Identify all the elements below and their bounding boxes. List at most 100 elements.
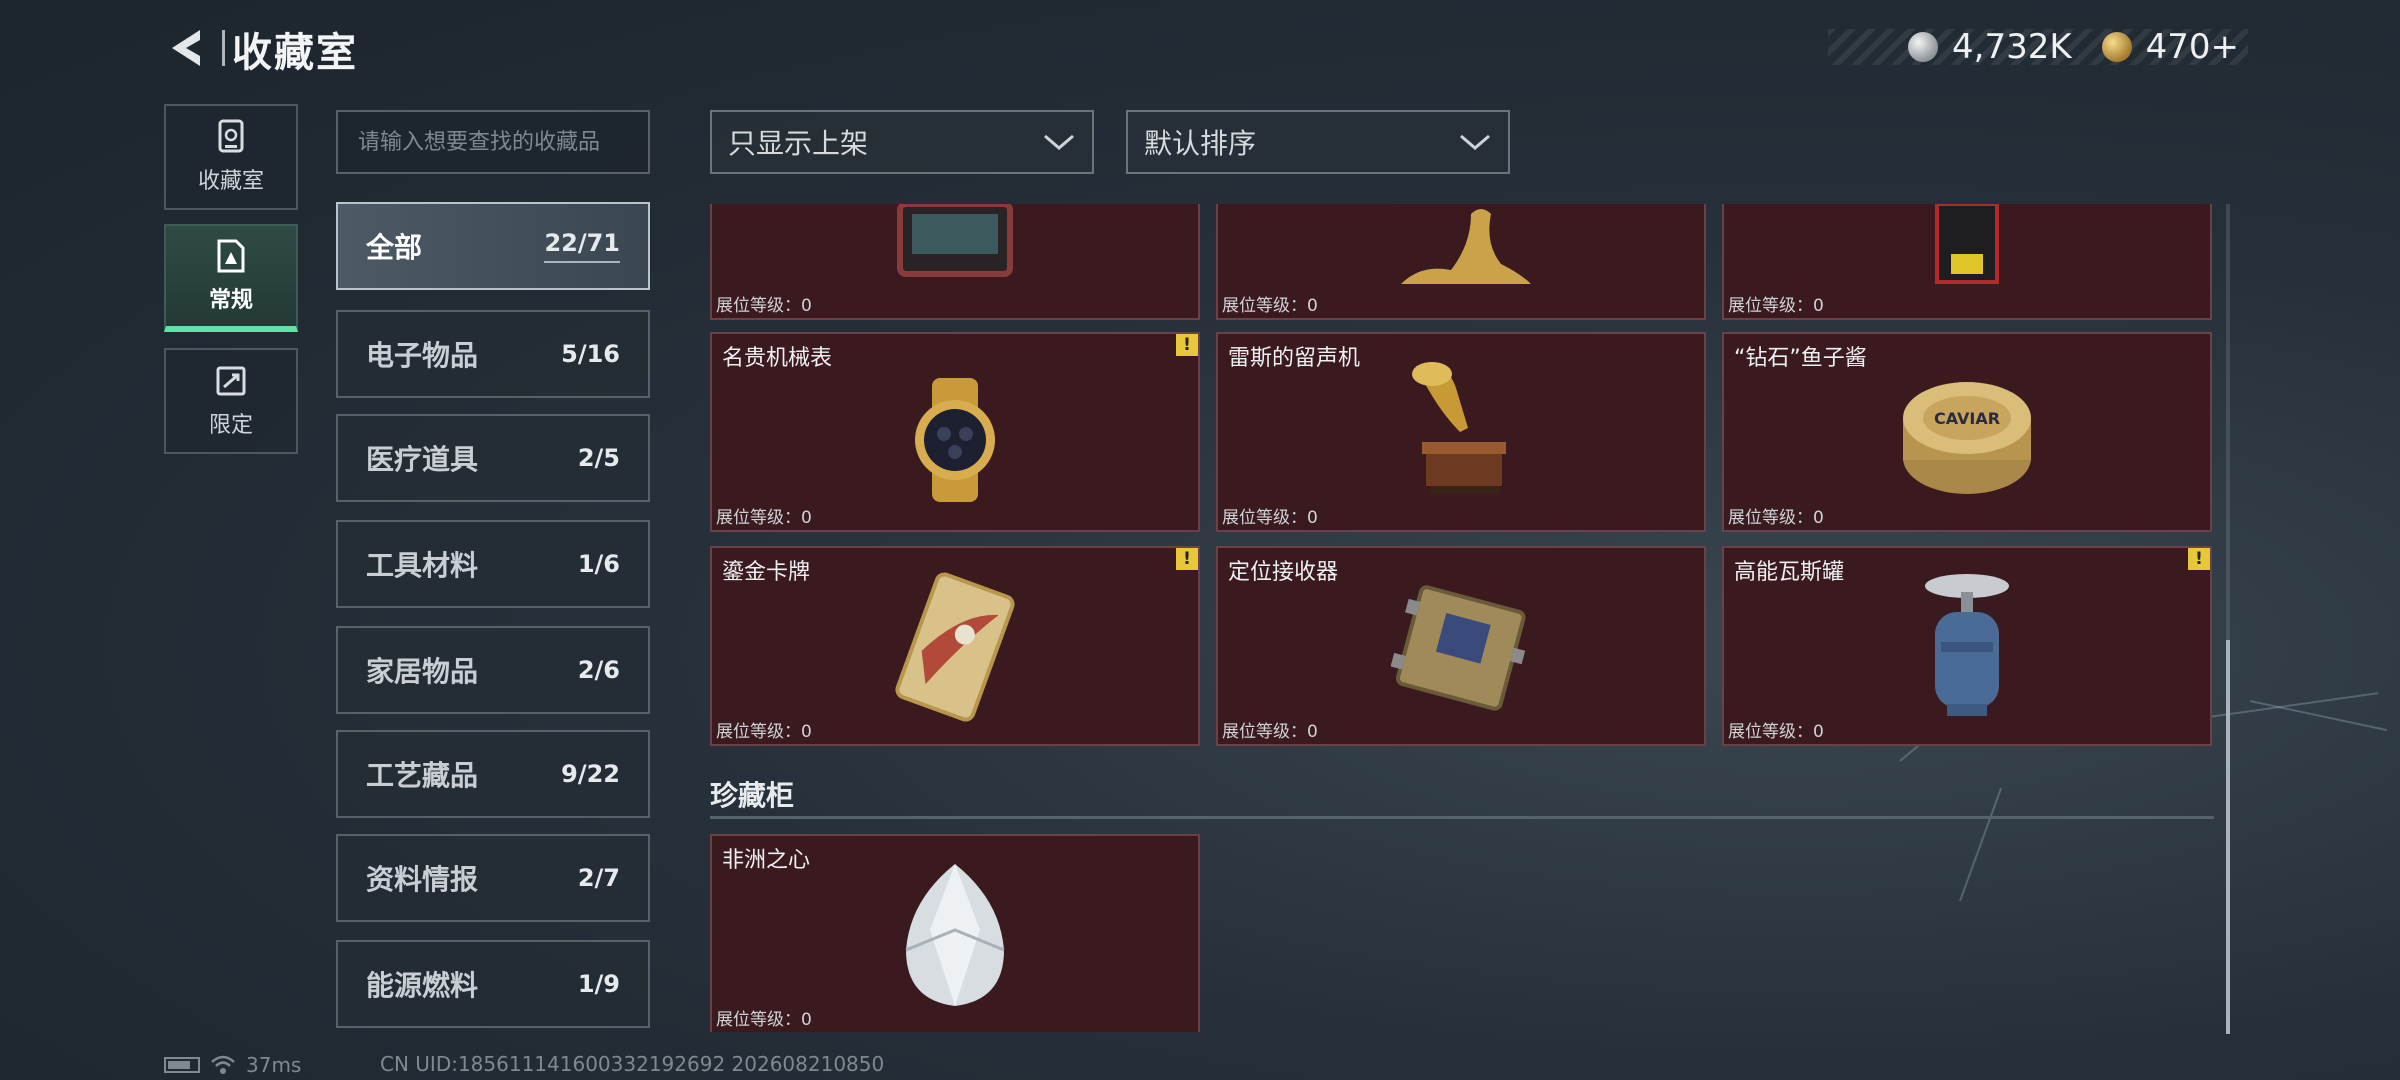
display-level: 展位等级：0 (1222, 722, 1318, 742)
item-name: 鎏金卡牌 (722, 560, 811, 585)
silver-coin-icon (1908, 32, 1938, 62)
collection-card-gilded-card[interactable]: 鎏金卡牌 ! 展位等级：0 (710, 546, 1200, 746)
gold-currency-value: 470+ (2145, 27, 2240, 67)
regular-icon (217, 239, 245, 273)
silver-currency-value: 4,732K (1952, 27, 2072, 67)
rail-label: 限定 (208, 413, 253, 438)
collection-card-caviar[interactable]: “钻石”鱼子酱 CAVIAR 展位等级：0 (1722, 332, 2212, 532)
display-level: 展位等级：0 (1728, 722, 1824, 742)
back-arrow-icon (172, 30, 200, 66)
item-name: 定位接收器 (1228, 560, 1339, 585)
ping-value: 37ms (246, 1053, 302, 1077)
warning-icon: ! (2188, 548, 2210, 570)
gilded-card-art (895, 572, 1015, 722)
rail-label: 收藏室 (197, 169, 264, 194)
rail-regular[interactable]: 常规 (164, 224, 298, 332)
category-name: 能源燃料 (366, 969, 479, 1002)
category-fuel[interactable]: 能源燃料 1/9 (336, 940, 650, 1028)
category-count: 22/71 (544, 229, 620, 263)
category-medical[interactable]: 医疗道具 2/5 (336, 414, 650, 502)
category-crafts[interactable]: 工艺藏品 9/22 (336, 730, 650, 818)
section-title-treasure-cabinet: 珍藏柜 (710, 779, 795, 812)
collection-card-gramophone[interactable]: 雷斯的留声机 展位等级：0 (1216, 332, 1706, 532)
watch-art (915, 378, 995, 502)
category-intel[interactable]: 资料情报 2/7 (336, 834, 650, 922)
sort-value: 默认排序 (1144, 127, 1257, 160)
category-name: 家居物品 (366, 655, 479, 688)
device-art (897, 204, 1013, 277)
back-button[interactable] (162, 22, 210, 74)
category-count: 9/22 (561, 760, 620, 788)
collection-room-icon (218, 119, 244, 153)
battery-icon (164, 1057, 200, 1073)
display-level: 展位等级：0 (1222, 296, 1318, 316)
gas-canister-art (1925, 574, 2009, 716)
category-electronics[interactable]: 电子物品 5/16 (336, 310, 650, 398)
warning-icon: ! (1176, 548, 1198, 570)
category-count: 1/9 (577, 970, 620, 998)
item-name: 名贵机械表 (722, 346, 833, 371)
item-name: “钻石”鱼子酱 (1734, 346, 1867, 371)
display-level: 展位等级：0 (716, 1010, 812, 1030)
search-input[interactable] (338, 112, 648, 172)
category-count: 2/6 (577, 656, 620, 684)
rail-label: 常规 (208, 288, 253, 313)
collection-card[interactable]: 展位等级：0 (710, 204, 1200, 320)
item-name: 雷斯的留声机 (1228, 346, 1361, 371)
wifi-icon (211, 1055, 235, 1074)
collection-card-heart-of-africa[interactable]: 非洲之心 展位等级：0 (710, 834, 1200, 1032)
display-filter-dropdown[interactable]: 只显示上架 (710, 110, 1094, 174)
category-tools[interactable]: 工具材料 1/6 (336, 520, 650, 608)
caviar-tin-art: CAVIAR (1903, 382, 2031, 494)
category-count: 2/7 (577, 864, 620, 892)
category-name: 资料情报 (366, 863, 479, 896)
display-level: 展位等级：0 (1728, 508, 1824, 528)
collection-card[interactable]: 展位等级：0 (1722, 204, 2212, 320)
limited-icon (216, 366, 246, 396)
category-all[interactable]: 全部 22/71 (336, 202, 650, 290)
chevron-down-icon (1460, 134, 1490, 150)
collection-card-gas-canister[interactable]: 高能瓦斯罐 ! 展位等级：0 (1722, 546, 2212, 746)
yellow-case-art (1935, 204, 1999, 284)
warning-icon: ! (1176, 334, 1198, 356)
section-divider (710, 816, 2214, 819)
display-level: 展位等级：0 (716, 722, 812, 742)
sort-dropdown[interactable]: 默认排序 (1126, 110, 1510, 174)
locator-receiver-art (1390, 585, 1526, 711)
category-name: 医疗道具 (366, 443, 479, 476)
display-level: 展位等级：0 (716, 508, 812, 528)
display-filter-value: 只显示上架 (728, 127, 869, 160)
chevron-down-icon (1044, 134, 1074, 150)
search-box[interactable] (336, 110, 650, 174)
scrollbar-thumb[interactable] (2226, 640, 2230, 1034)
title-divider (222, 30, 225, 66)
uid-text: CN UID:185611141600332192692 20260821085… (380, 1052, 885, 1076)
rail-collection-room[interactable]: 收藏室 (164, 104, 298, 210)
category-name: 工具材料 (366, 549, 479, 582)
collection-card[interactable]: 展位等级：0 (1216, 204, 1706, 320)
gramophone-art (1412, 362, 1506, 494)
collection-card-locator[interactable]: 定位接收器 展位等级：0 (1216, 546, 1706, 746)
collection-card-luxury-watch[interactable]: 名贵机械表 ! 展位等级：0 (710, 332, 1200, 532)
category-count: 2/5 (577, 444, 620, 472)
display-level: 展位等级：0 (716, 296, 812, 316)
category-count: 5/16 (561, 340, 620, 368)
status-footer: 37ms (164, 1052, 301, 1078)
page-title: 收藏室 (232, 30, 358, 76)
display-level: 展位等级：0 (1728, 296, 1824, 316)
category-name: 工艺藏品 (366, 759, 479, 792)
category-name: 电子物品 (366, 339, 479, 372)
category-name: 全部 (366, 231, 423, 264)
golden-leopard-art (1401, 209, 1531, 284)
diamond-art (905, 864, 1005, 1006)
display-level: 展位等级：0 (1222, 508, 1318, 528)
collection-grid[interactable]: 展位等级：0 展位等级：0 展位等级：0 名贵机械表 ! 展位等级：0 雷斯的留… (710, 204, 2232, 1032)
item-name: 非洲之心 (722, 848, 811, 873)
currency-bar: 4,732K 470+ (1828, 27, 2248, 67)
rail-limited[interactable]: 限定 (164, 348, 298, 454)
category-household[interactable]: 家居物品 2/6 (336, 626, 650, 714)
gold-coin-icon (2101, 32, 2132, 62)
category-count: 1/6 (577, 550, 620, 578)
svg-text:CAVIAR: CAVIAR (1934, 409, 2000, 428)
item-name: 高能瓦斯罐 (1734, 560, 1845, 585)
